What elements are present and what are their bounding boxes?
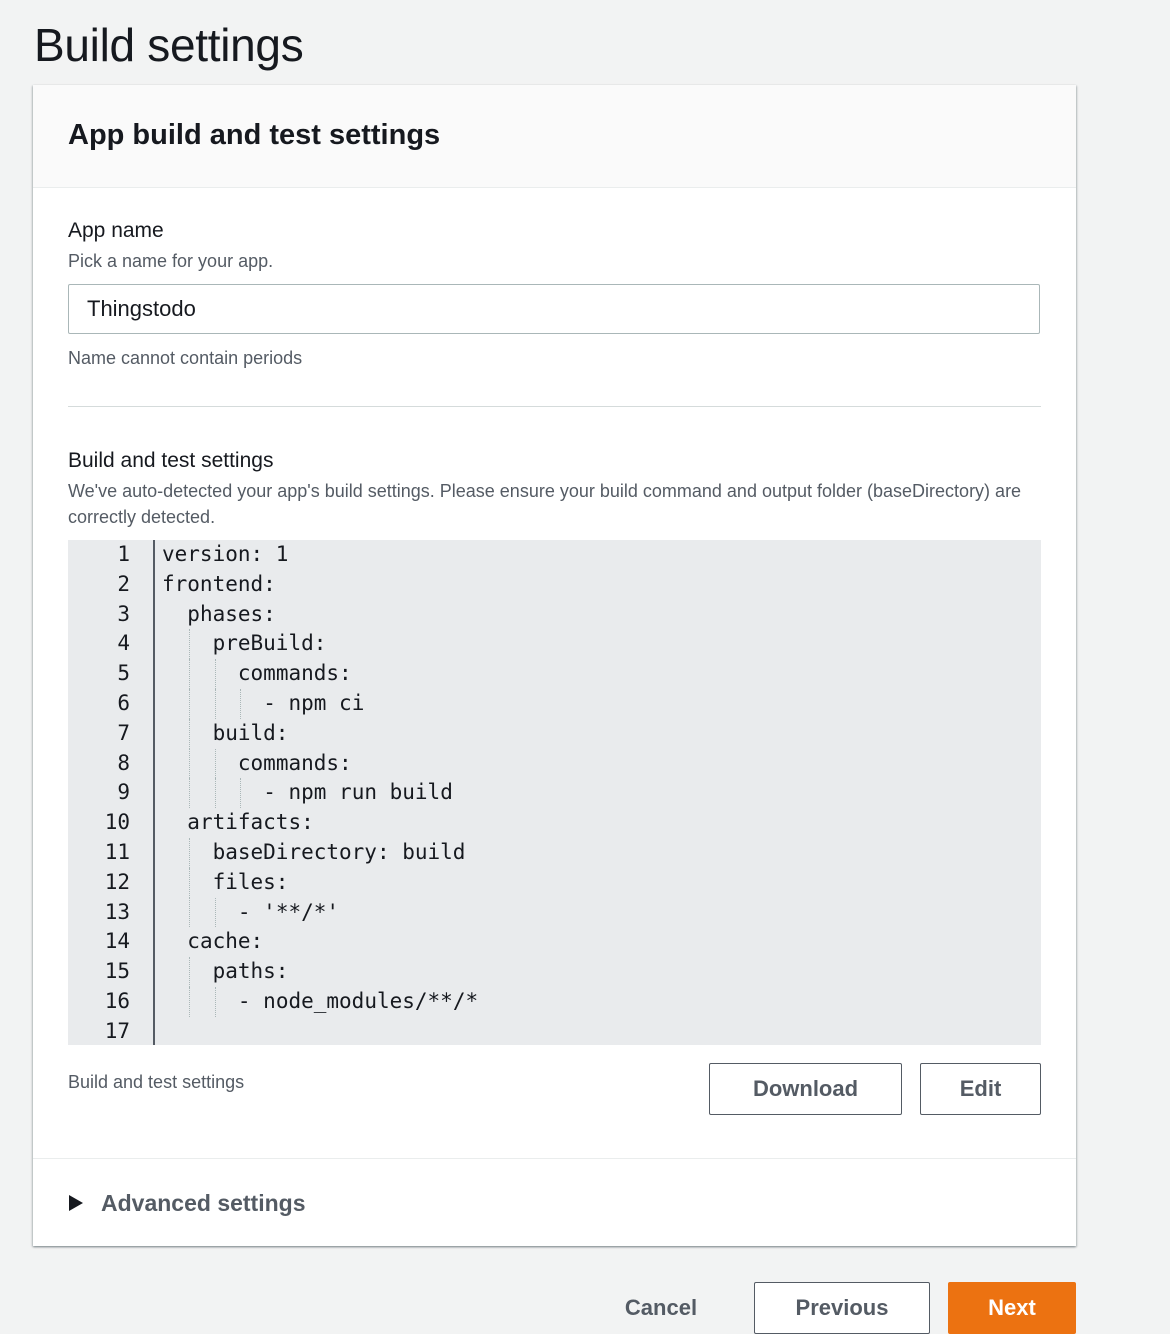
- indent-guide: [239, 689, 241, 719]
- download-button[interactable]: Download: [709, 1063, 902, 1115]
- build-spec-editor[interactable]: 1 version: 1 2 frontend: 3 phases: 4 preBuild: 5…: [68, 540, 1041, 1045]
- build-settings-description: We've auto-detected your app's build set…: [68, 481, 1022, 527]
- section-divider: [68, 406, 1041, 407]
- line-code: - node_modules/**/*: [237, 989, 479, 1013]
- indent-guide: [189, 838, 191, 868]
- line-number: 16: [104, 989, 130, 1013]
- line-code: version: 1: [162, 542, 289, 566]
- line-code: phases:: [187, 601, 276, 626]
- panel-title: App build and test settings: [68, 119, 441, 151]
- indent-guide: [214, 659, 216, 689]
- code-line: 12 files:: [68, 867, 1041, 898]
- indent-guide: [214, 748, 216, 779]
- indent-guide: [189, 659, 191, 689]
- line-code: artifacts:: [187, 810, 314, 835]
- indent-guide: [239, 778, 241, 809]
- line-number: 3: [117, 601, 130, 626]
- line-code: files:: [212, 869, 289, 894]
- code-line: 14 cache:: [68, 927, 1041, 957]
- indent-guide: [189, 778, 191, 809]
- line-number: 8: [117, 750, 130, 775]
- line-code: commands:: [237, 661, 352, 686]
- advanced-settings-label: Advanced settings: [101, 1190, 306, 1216]
- editor-caption: Build and test settings: [68, 1072, 245, 1092]
- line-number: 17: [104, 1018, 130, 1043]
- indent-guide: [189, 718, 191, 749]
- indent-guide: [189, 867, 191, 898]
- line-code: cache:: [187, 929, 264, 954]
- line-code: - npm run build: [263, 780, 453, 805]
- indent-guide: [189, 748, 191, 779]
- indent-guide: [189, 629, 191, 660]
- line-code: commands:: [237, 750, 352, 775]
- indent-guide: [189, 689, 191, 719]
- page-title: Build settings: [34, 19, 304, 71]
- line-code: frontend:: [162, 571, 276, 596]
- code-line: 11 baseDirectory: build: [68, 838, 1041, 868]
- line-code: - '**/*': [237, 899, 340, 924]
- line-number: 11: [104, 840, 130, 864]
- code-line: 1 version: 1: [68, 540, 1041, 570]
- panel-header: App build and test settings: [33, 85, 1076, 188]
- caret-right-icon: [69, 1195, 83, 1211]
- line-number: 12: [104, 869, 130, 894]
- code-line: 5 commands:: [68, 659, 1041, 689]
- line-number: 5: [117, 661, 130, 686]
- code-line: 3 phases:: [68, 600, 1041, 630]
- app-build-settings-panel: App build and test settings App name Pic…: [33, 85, 1076, 1246]
- code-line: 16 - node_modules/**/*: [68, 987, 1041, 1017]
- app-name-input[interactable]: [68, 284, 1040, 334]
- build-settings-label: Build and test settings: [68, 449, 274, 472]
- previous-button[interactable]: Previous: [754, 1282, 930, 1334]
- indent-guide: [214, 987, 216, 1017]
- line-code: build:: [212, 720, 289, 745]
- edit-button[interactable]: Edit: [920, 1063, 1041, 1115]
- line-code: - npm ci: [263, 691, 365, 715]
- line-code: preBuild:: [212, 631, 327, 656]
- code-line: 17: [68, 1017, 1041, 1045]
- line-number: 10: [104, 810, 130, 835]
- next-button[interactable]: Next: [948, 1282, 1076, 1334]
- line-number: 2: [117, 571, 130, 596]
- line-number: 1: [117, 542, 130, 566]
- code-line: 4 preBuild:: [68, 629, 1041, 660]
- line-number: 7: [117, 720, 130, 745]
- indent-guide: [189, 987, 191, 1017]
- line-number: 13: [104, 899, 130, 924]
- code-line: 15 paths:: [68, 957, 1041, 987]
- code-line: 10 artifacts:: [68, 808, 1041, 838]
- code-line: 2 frontend:: [68, 570, 1041, 600]
- line-number: 15: [104, 959, 130, 984]
- advanced-settings-toggle[interactable]: Advanced settings: [33, 1158, 1076, 1247]
- indent-guide: [189, 897, 191, 928]
- code-line: 7 build:: [68, 718, 1041, 749]
- indent-guide: [214, 689, 216, 719]
- code-line: 9 - npm run build: [68, 778, 1041, 809]
- line-number: 6: [117, 691, 130, 715]
- line-number: 4: [117, 631, 130, 656]
- indent-guide: [214, 897, 216, 928]
- app-name-label: App name: [68, 219, 164, 242]
- code-line: 6 - npm ci: [68, 689, 1041, 719]
- line-number: 9: [117, 780, 130, 805]
- indent-guide: [189, 957, 191, 987]
- app-name-constraint: Name cannot contain periods: [68, 348, 303, 368]
- app-name-description: Pick a name for your app.: [68, 251, 274, 271]
- indent-guide: [214, 778, 216, 809]
- line-code: paths:: [212, 959, 289, 984]
- cancel-button[interactable]: Cancel: [603, 1282, 719, 1334]
- code-line: 13 - '**/*': [68, 897, 1041, 928]
- line-number: 14: [104, 929, 130, 954]
- line-code: baseDirectory: build: [212, 840, 466, 864]
- code-line: 8 commands:: [68, 748, 1041, 779]
